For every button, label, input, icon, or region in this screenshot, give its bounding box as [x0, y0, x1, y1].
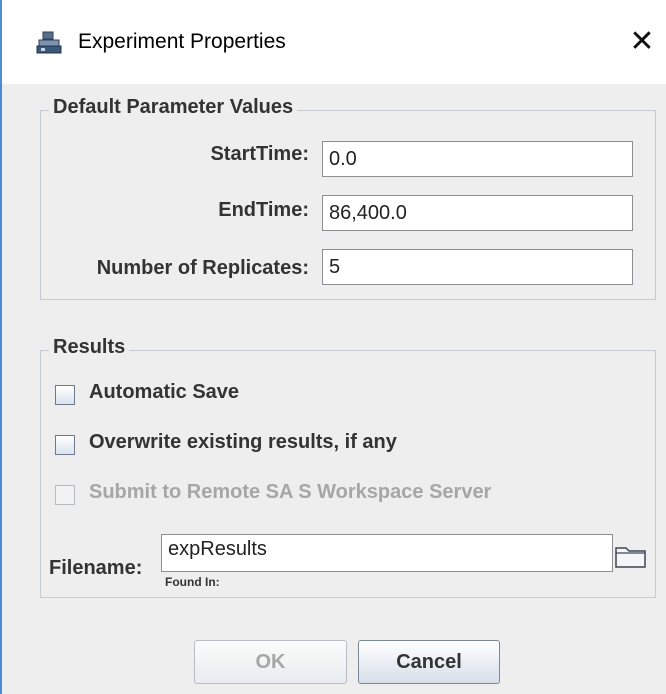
automatic-save-checkbox[interactable]	[55, 385, 75, 405]
replicates-label: Number of Replicates:	[96, 257, 309, 279]
remote-submit-option: Submit to Remote SA S Workspace Server	[55, 481, 575, 511]
found-in-label: Found In:	[165, 575, 220, 589]
group-title-results: Results	[49, 336, 130, 359]
remote-submit-label: Submit to Remote SA S Workspace Server	[89, 481, 492, 503]
experiment-properties-dialog: Experiment Properties ✕ Default Paramete…	[0, 0, 666, 694]
remote-submit-checkbox	[55, 485, 75, 505]
dialog-title: Experiment Properties	[78, 30, 286, 53]
default-parameter-values-group: Default Parameter Values StartTime: 0.0 …	[40, 96, 656, 300]
overwrite-option[interactable]: Overwrite existing results, if any	[55, 431, 475, 461]
title-bar[interactable]: Experiment Properties ✕	[2, 0, 666, 84]
group-title-default-parameters: Default Parameter Values	[49, 96, 298, 119]
start-time-label: StartTime:	[210, 143, 309, 165]
end-time-field[interactable]: 86,400.0	[322, 195, 633, 231]
app-icon	[36, 31, 62, 54]
automatic-save-label: Automatic Save	[89, 381, 240, 403]
overwrite-checkbox[interactable]	[55, 435, 75, 455]
start-time-field[interactable]: 0.0	[322, 141, 633, 177]
automatic-save-option[interactable]: Automatic Save	[55, 381, 315, 411]
replicates-field[interactable]: 5	[322, 249, 633, 285]
overwrite-label: Overwrite existing results, if any	[89, 431, 397, 453]
end-time-label: EndTime:	[218, 199, 309, 221]
folder-icon[interactable]	[615, 543, 647, 569]
ok-button[interactable]: OK	[194, 640, 347, 684]
filename-field[interactable]: expResults	[161, 534, 613, 572]
results-group: Results Automatic Save Overwrite existin…	[40, 336, 656, 598]
filename-label: Filename:	[49, 557, 143, 579]
close-icon[interactable]: ✕	[626, 26, 658, 58]
cancel-button[interactable]: Cancel	[358, 640, 500, 684]
